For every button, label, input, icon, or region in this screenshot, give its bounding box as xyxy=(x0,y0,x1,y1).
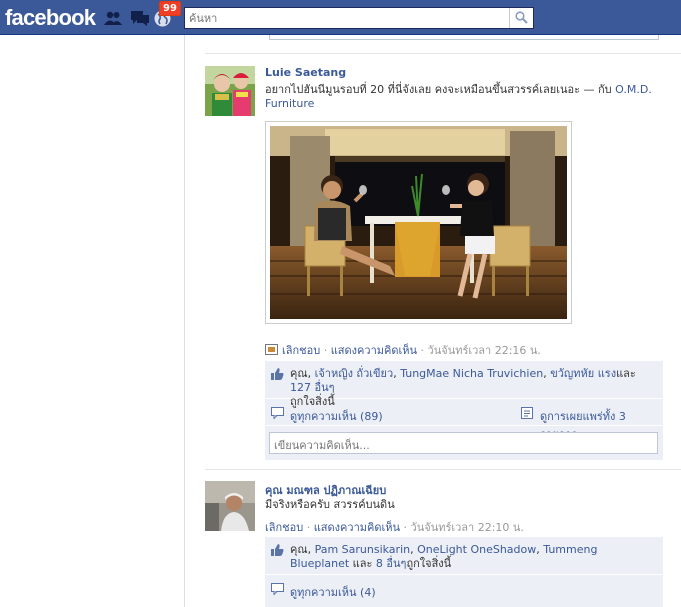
comment-bubble-icon xyxy=(271,583,284,596)
feedback-box: คุณ, เจ้าหญิง ถั่วเขียว, TungMae Nicha T… xyxy=(265,361,663,460)
feedback-box: คุณ, Pam Sarunsikarin, OneLight OneShado… xyxy=(265,537,663,607)
avatar[interactable] xyxy=(205,66,255,116)
post-actions: เลิกชอบ · แสดงความคิดเห็น · วันจันทร์เวล… xyxy=(265,518,524,536)
likes-prefix: คุณ, xyxy=(290,367,315,380)
friend-requests-icon[interactable] xyxy=(104,10,122,26)
view-all-comments-link[interactable]: ดูทุกความเห็น (89) xyxy=(290,407,383,425)
search-box xyxy=(184,7,534,29)
action-separator: · xyxy=(303,521,314,534)
likes-and: และ xyxy=(616,367,636,380)
liker-link[interactable]: TungMae Nicha Truvichien xyxy=(400,367,543,380)
messages-icon[interactable] xyxy=(131,10,149,26)
post-text: มีจริงหรือครับ สวรรค์บนดิน xyxy=(265,498,395,511)
with-separator: — กับ xyxy=(580,83,616,96)
post-actions: เลิกชอบ · แสดงความคิดเห็น · วันจันทร์เวล… xyxy=(265,341,541,359)
likes-sentence: คุณ, Pam Sarunsikarin, OneLight OneShado… xyxy=(290,543,658,571)
liker-link[interactable]: ขวัญทหัย แรง xyxy=(550,367,616,380)
post-timestamp[interactable]: วันจันทร์เวลา 22:16 น. xyxy=(428,344,541,357)
post-message: อยากไปฮันนีมูนรอบที่ 20 ที่นี่จังเลย คงจ… xyxy=(265,83,660,111)
likes-prefix: คุณ, xyxy=(290,543,315,556)
unlike-link[interactable]: เลิกชอบ xyxy=(265,521,303,534)
notification-count-badge: 99 xyxy=(159,1,181,16)
post-photo[interactable] xyxy=(265,121,572,324)
likes-others-link[interactable]: 127 อื่นๆ xyxy=(290,381,335,394)
action-separator: · xyxy=(400,521,411,534)
post-author[interactable]: คุณ มณฑล ปฏิภาณเฉียบ xyxy=(265,481,386,499)
likes-others-link[interactable]: 8 อื่นๆ xyxy=(376,557,407,570)
like-thumb-icon xyxy=(271,544,284,556)
previous-comment-box xyxy=(269,35,659,40)
action-separator: · xyxy=(320,344,331,357)
facebook-logo[interactable]: facebook xyxy=(5,5,96,31)
likes-row: คุณ, Pam Sarunsikarin, OneLight OneShado… xyxy=(265,537,663,575)
unlike-link[interactable]: เลิกชอบ xyxy=(282,344,320,357)
post-author[interactable]: Luie Saetang xyxy=(265,66,346,79)
likes-row: คุณ, เจ้าหญิง ถั่วเขียว, TungMae Nicha T… xyxy=(265,361,663,408)
likes-suffix: ถูกใจสิ่งนี้ xyxy=(406,557,452,570)
like-thumb-icon xyxy=(271,368,284,380)
liker-link[interactable]: OneLight OneShadow xyxy=(417,543,536,556)
shares-icon xyxy=(521,407,534,419)
comment-bubble-icon xyxy=(271,407,284,420)
action-separator: · xyxy=(417,344,428,357)
search-input[interactable] xyxy=(185,8,509,28)
liker-link[interactable]: Pam Sarunsikarin xyxy=(315,543,411,556)
comment-link[interactable]: แสดงความคิดเห็น xyxy=(314,521,400,534)
liker-link[interactable]: เจ้าหญิง ถั่วเขียว xyxy=(315,367,394,380)
post-timestamp[interactable]: วันจันทร์เวลา 22:10 น. xyxy=(411,521,524,534)
story-divider xyxy=(205,53,681,54)
search-icon xyxy=(515,11,528,24)
search-button[interactable] xyxy=(509,8,533,28)
left-sidebar xyxy=(0,35,185,607)
story-divider xyxy=(205,469,681,470)
view-comments-row: ดูทุกความเห็น (89) ดูการเผยแพร่ทั้ง 3 รา… xyxy=(265,400,663,441)
likes-and: และ xyxy=(349,557,376,570)
comment-input[interactable]: เขียนความคิดเห็น... xyxy=(269,432,658,454)
view-all-comments-link[interactable]: ดูทุกความเห็น (4) xyxy=(290,583,376,601)
post-photo-image xyxy=(270,126,567,319)
shared-photo-icon xyxy=(265,344,278,355)
comment-link[interactable]: แสดงความคิดเห็น xyxy=(331,344,417,357)
view-comments-row: ดูทุกความเห็น (4) xyxy=(265,576,663,602)
top-bar: facebook 99 xyxy=(0,0,681,35)
post-text: อยากไปฮันนีมูนรอบที่ 20 ที่นี่จังเลย คงจ… xyxy=(265,83,581,96)
avatar[interactable] xyxy=(205,481,255,531)
